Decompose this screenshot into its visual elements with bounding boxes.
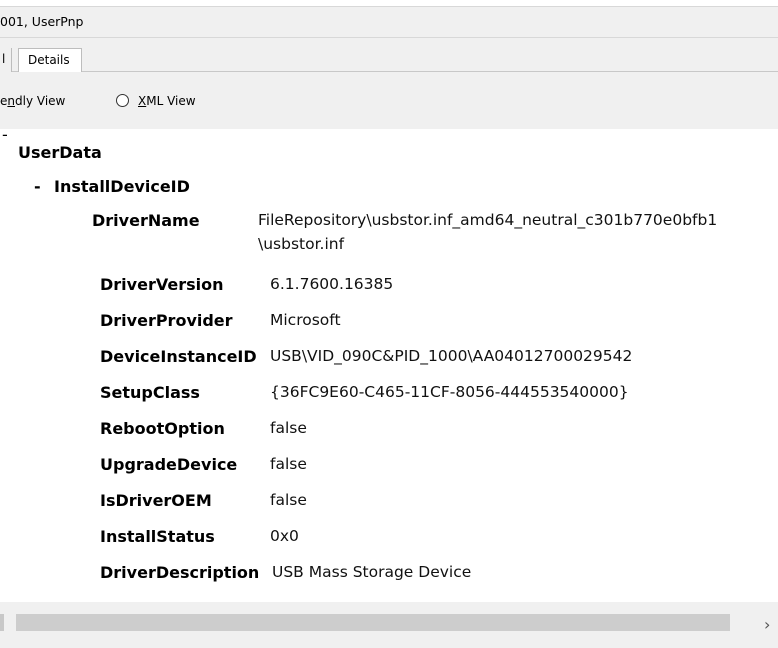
value-rebootoption: false bbox=[270, 419, 307, 437]
window-title: 001, UserPnp bbox=[0, 14, 84, 29]
node-collapse-marker[interactable]: - bbox=[34, 177, 41, 196]
key-upgradedevice: UpgradeDevice bbox=[100, 455, 238, 474]
tab-general[interactable]: l bbox=[0, 48, 12, 72]
scroll-left-edge[interactable] bbox=[0, 614, 4, 631]
key-isdriveroem: IsDriverOEM bbox=[100, 491, 212, 510]
key-rebootoption: RebootOption bbox=[100, 419, 225, 438]
value-setupclass: {36FC9E60-C465-11CF-8056-444553540000} bbox=[270, 383, 629, 401]
value-isdriveroem: false bbox=[270, 491, 307, 509]
key-deviceinstanceid: DeviceInstanceID bbox=[100, 347, 257, 366]
key-driverdescription: DriverDescription bbox=[100, 563, 260, 582]
tab-details-label: Details bbox=[28, 53, 70, 67]
horizontal-scrollbar[interactable]: › bbox=[0, 602, 778, 648]
value-driverdescription: USB Mass Storage Device bbox=[272, 563, 472, 581]
xml-view-radio[interactable] bbox=[116, 94, 129, 107]
tree-node-installdeviceid: InstallDeviceID bbox=[54, 177, 190, 196]
xml-view-rest: ML View bbox=[146, 94, 196, 108]
window-title-bar: 001, UserPnp bbox=[0, 6, 778, 38]
view-options-bar: endly View XML View bbox=[0, 72, 778, 129]
value-upgradedevice: false bbox=[270, 455, 307, 473]
tab-general-label: l bbox=[2, 52, 6, 66]
value-deviceinstanceid: USB\VID_090C&PID_1000\AA04012700029542 bbox=[270, 347, 633, 365]
key-driverprovider: DriverProvider bbox=[100, 311, 233, 330]
xml-view-option[interactable]: XML View bbox=[138, 94, 196, 108]
friendly-view-rest: dly View bbox=[15, 94, 66, 108]
key-driverversion: DriverVersion bbox=[100, 275, 224, 294]
friendly-view-accelerator: n bbox=[7, 94, 15, 108]
scroll-right-arrow-icon[interactable]: › bbox=[764, 615, 770, 634]
friendly-view-option[interactable]: endly View bbox=[0, 94, 65, 108]
tab-details[interactable]: Details bbox=[18, 48, 82, 73]
scroll-thumb[interactable] bbox=[16, 614, 730, 631]
xml-view-accelerator: X bbox=[138, 94, 147, 108]
tree-root-userdata: UserData bbox=[18, 143, 102, 162]
key-setupclass: SetupClass bbox=[100, 383, 200, 402]
value-drivername-continued: \usbstor.inf bbox=[258, 235, 345, 253]
value-drivername: FileRepository\usbstor.inf_amd64_neutral… bbox=[258, 211, 718, 229]
value-driverprovider: Microsoft bbox=[270, 311, 341, 329]
event-details-pane: - UserData - InstallDeviceID DriverName … bbox=[0, 129, 778, 602]
value-driverversion: 6.1.7600.16385 bbox=[270, 275, 394, 293]
key-drivername: DriverName bbox=[92, 211, 200, 230]
key-installstatus: InstallStatus bbox=[100, 527, 215, 546]
value-installstatus: 0x0 bbox=[270, 527, 299, 545]
collapse-marker[interactable]: - bbox=[2, 129, 8, 144]
tab-strip: l Details bbox=[0, 38, 778, 73]
